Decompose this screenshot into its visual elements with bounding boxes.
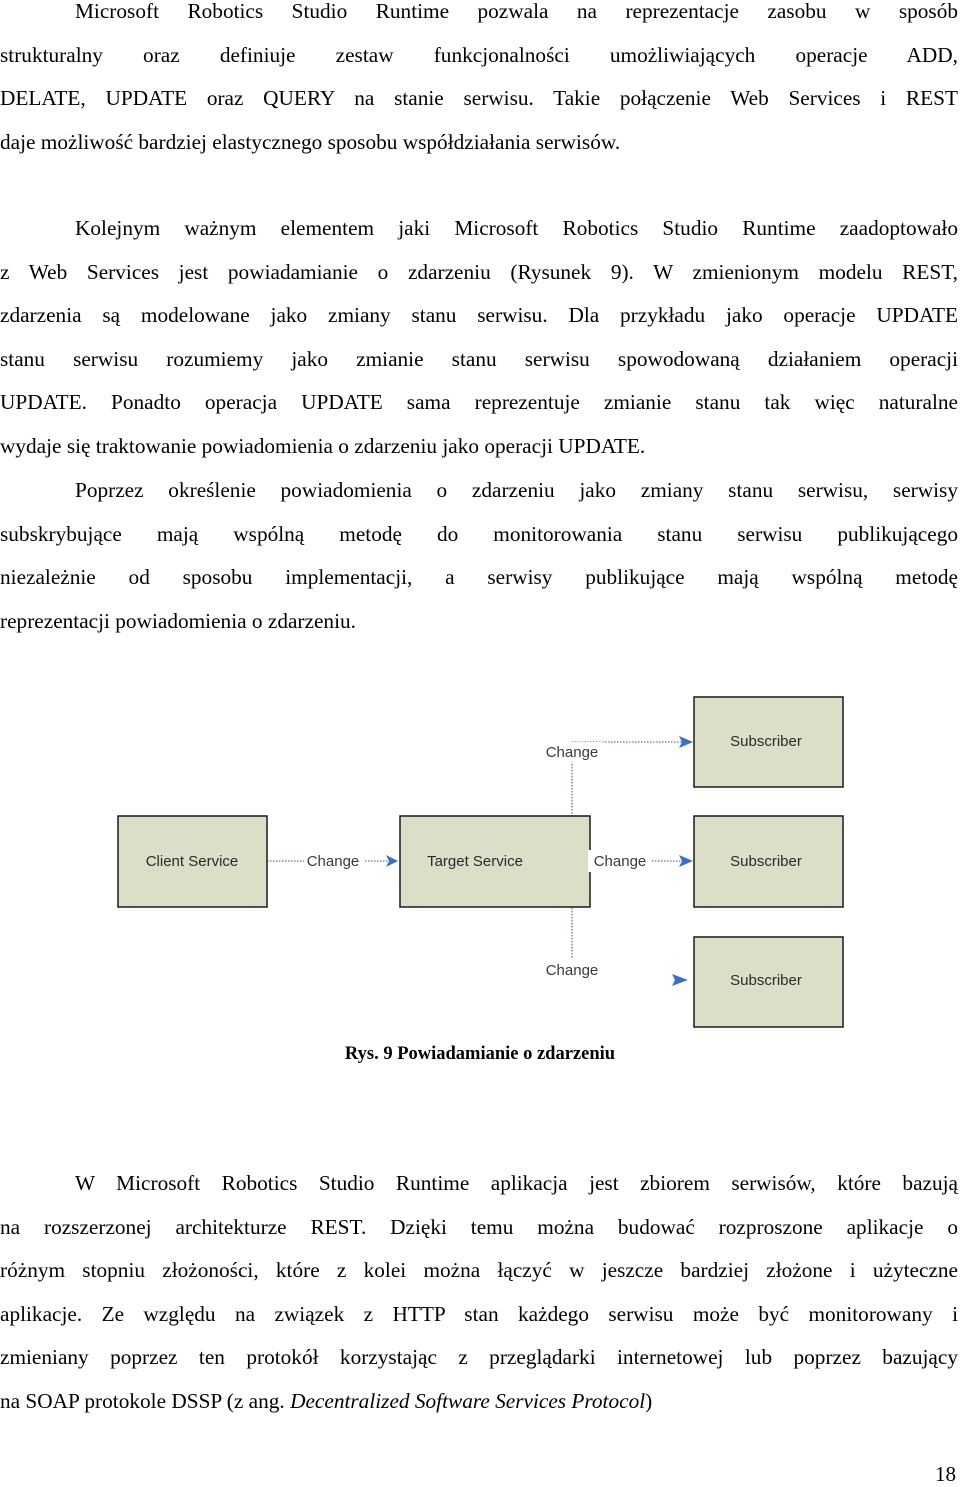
node-subscriber-top: Subscriber [693, 696, 844, 788]
text-segment: ) [645, 1388, 653, 1413]
page-number: 18 [935, 1462, 956, 1486]
node-subscriber-bottom: Subscriber [693, 936, 844, 1028]
text-line: Microsoft Robotics Studio Runtime pozwal… [75, 0, 958, 23]
text-line: strukturalny oraz definiuje zestaw funkc… [0, 42, 958, 67]
text-line: zmieniany poprzez ten protokół korzystaj… [0, 1345, 958, 1370]
paragraph-1: Microsoft Robotics Studio Runtime pozwal… [0, 0, 958, 164]
node-subscriber-middle: Subscriber [693, 815, 844, 908]
text-line: Kolejnym ważnym elementem jaki Microsoft… [75, 216, 958, 240]
edge-label: Change [546, 744, 599, 761]
text-line: daje możliwość bardziej elastycznego spo… [0, 129, 621, 154]
text-line: reprezentacji powiadomienia o zdarzeniu. [0, 608, 356, 633]
text-line: W Microsoft Robotics Studio Runtime apli… [75, 1171, 958, 1195]
text-line: niezależnie od sposobu implementacji, a … [0, 565, 958, 590]
italic-term: Decentralized Software Services Protocol [290, 1388, 646, 1413]
node-label: Subscriber [730, 972, 802, 989]
text-line: z Web Services jest powiadamianie o zdar… [0, 259, 958, 284]
arrowhead-icon [672, 974, 688, 986]
node-label: Client Service [146, 853, 239, 870]
edge-label: Change [594, 853, 647, 870]
paragraph-2: Kolejnym ważnym elementem jaki Microsoft… [0, 207, 958, 469]
text-line: subskrybujące mają wspólną metodę do mon… [0, 521, 958, 546]
text-line: na SOAP protokole DSSP (z ang. Decentral… [0, 1380, 958, 1424]
text-segment: na SOAP protokole DSSP (z ang. [0, 1388, 291, 1413]
figure-caption: Rys. 9 Powiadamianie o zdarzeniu [344, 1044, 616, 1064]
text-line: aplikacje. Ze względu na związek z HTTP … [0, 1301, 958, 1326]
paragraph-3: Poprzez określenie powiadomienia o zdarz… [0, 469, 958, 643]
edge-label: Change [307, 853, 360, 870]
edge-label: Change [546, 962, 599, 979]
arrowhead-icon [386, 855, 398, 867]
arrowhead-icon [679, 855, 693, 867]
text-line: zdarzenia są modelowane jako zmiany stan… [0, 303, 958, 328]
node-client-service: Client Service [117, 815, 268, 908]
node-label: Subscriber [730, 733, 802, 750]
text-line: DELATE, UPDATE oraz QUERY na stanie serw… [0, 86, 958, 111]
text-line: na rozszerzonej architekturze REST. Dzię… [0, 1214, 958, 1239]
node-label: Subscriber [730, 853, 802, 870]
text-line: stanu serwisu rozumiemy jako zmianie sta… [0, 346, 958, 371]
event-notification-diagram: Client Service Target Service Subscriber… [117, 696, 844, 1028]
text-line: różnym stopniu złożoności, które z kolei… [0, 1258, 958, 1283]
text-line: wydaje się traktowanie powiadomienia o z… [0, 433, 646, 458]
node-target-service: Target Service [399, 815, 591, 908]
node-label: Target Service [427, 853, 523, 870]
text-line: UPDATE. Ponadto operacja UPDATE sama rep… [0, 390, 958, 415]
text-line: Poprzez określenie powiadomienia o zdarz… [75, 478, 958, 502]
paragraph-4: W Microsoft Robotics Studio Runtime apli… [0, 1162, 958, 1424]
